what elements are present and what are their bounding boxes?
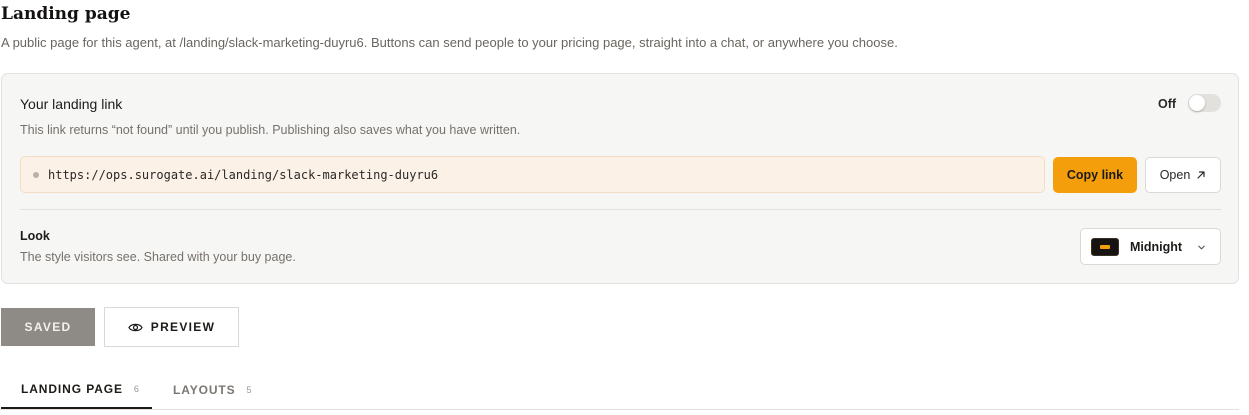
status-dot-icon (33, 171, 39, 178)
landing-link-card: Your landing link This link returns “not… (1, 73, 1239, 284)
preview-button-label: PREVIEW (150, 320, 216, 334)
tab-landing-page-count: 6 (133, 383, 139, 394)
eye-icon (128, 323, 143, 331)
publish-toggle[interactable] (1188, 94, 1221, 112)
landing-url-field[interactable]: https://ops.surogate.ai/landing/slack-ma… (20, 156, 1045, 193)
open-link-button[interactable]: Open (1145, 157, 1221, 193)
look-subtitle: The style visitors see. Shared with your… (20, 250, 296, 264)
tab-layouts-label: LAYOUTS (173, 382, 236, 397)
publish-toggle-label: Off (1158, 97, 1177, 111)
tab-layouts[interactable]: LAYOUTS 5 (173, 370, 273, 409)
section-divider (20, 209, 1221, 210)
tab-landing-page-label: LANDING PAGE (21, 381, 123, 396)
page-description: A public page for this agent, at /landin… (1, 35, 898, 50)
landing-link-subtitle: This link returns “not found” until you … (20, 123, 521, 137)
arrow-up-right-icon (1197, 171, 1205, 179)
chevron-down-icon (1198, 245, 1205, 250)
open-button-label: Open (1159, 168, 1191, 182)
section-tabs: LANDING PAGE 6 LAYOUTS 5 (0, 370, 1239, 410)
copy-link-button[interactable]: Copy link (1053, 157, 1137, 193)
theme-name: Midnight (1130, 239, 1183, 254)
look-title: Look (20, 229, 50, 243)
landing-url-text: https://ops.surogate.ai/landing/slack-ma… (48, 167, 439, 182)
tab-layouts-count: 5 (246, 384, 252, 395)
toggle-knob (1189, 95, 1205, 111)
page-title: Landing page (1, 4, 131, 24)
theme-swatch (1091, 237, 1119, 256)
tab-landing-page[interactable]: LANDING PAGE 6 (1, 370, 152, 409)
landing-link-title: Your landing link (20, 96, 123, 112)
saved-button[interactable]: SAVED (1, 308, 95, 346)
preview-button[interactable]: PREVIEW (104, 307, 239, 347)
theme-dropdown[interactable]: Midnight (1080, 228, 1221, 265)
